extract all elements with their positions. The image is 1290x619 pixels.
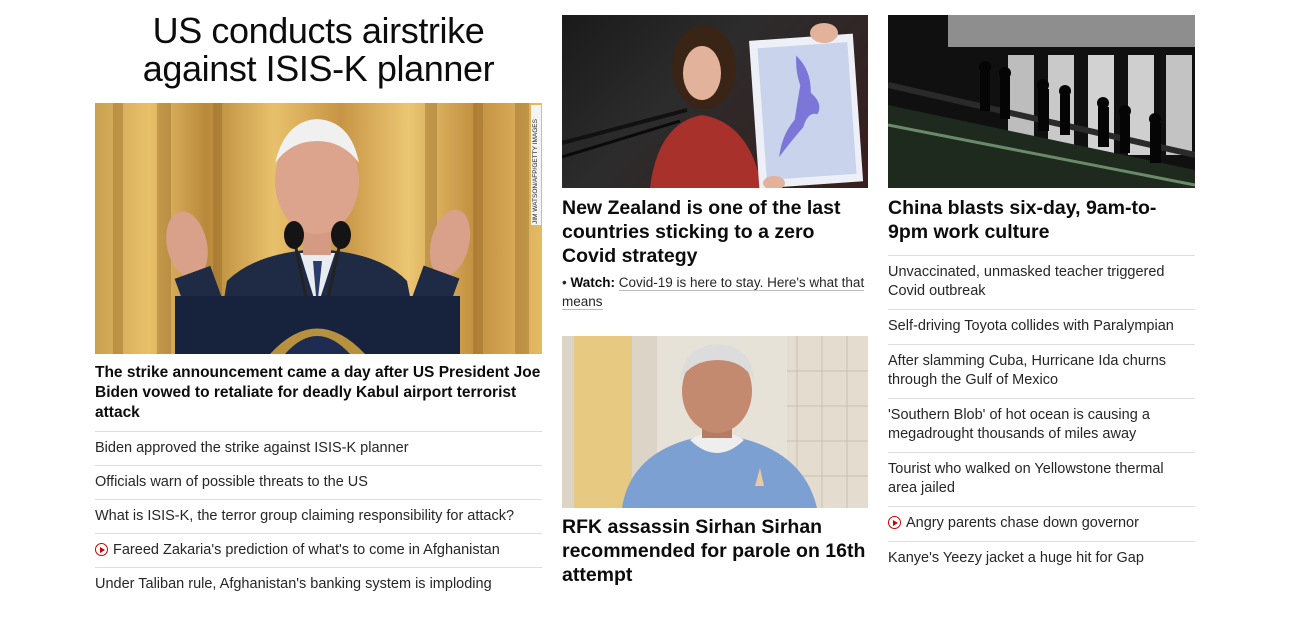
- headline-list: Unvaccinated, unmasked teacher triggered…: [888, 255, 1195, 576]
- list-item[interactable]: 'Southern Blob' of hot ocean is causing …: [888, 398, 1195, 452]
- link-text: After slamming Cuba, Hurricane Ida churn…: [888, 353, 1167, 388]
- link-text: Biden approved the strike against ISIS-K…: [95, 440, 409, 456]
- link-text: Unvaccinated, unmasked teacher triggered…: [888, 264, 1165, 299]
- right-column: China blasts six-day, 9am-to-9pm work cu…: [888, 15, 1195, 576]
- watch-label: Watch:: [570, 275, 615, 290]
- list-item[interactable]: Angry parents chase down governor: [888, 506, 1195, 541]
- link-text: Angry parents chase down governor: [906, 515, 1139, 531]
- link-text: Kanye's Yeezy jacket a huge hit for Gap: [888, 550, 1144, 566]
- lead-story: US conducts airstrike against ISIS-K pla…: [95, 12, 542, 601]
- link-text: 'Southern Blob' of hot ocean is causing …: [888, 407, 1150, 442]
- story-title[interactable]: New Zealand is one of the last countries…: [562, 196, 868, 268]
- list-item[interactable]: Unvaccinated, unmasked teacher triggered…: [888, 255, 1195, 309]
- list-item[interactable]: Fareed Zakaria's prediction of what's to…: [95, 533, 542, 567]
- sirhan-image[interactable]: [562, 336, 868, 508]
- list-item[interactable]: After slamming Cuba, Hurricane Ida churn…: [888, 344, 1195, 398]
- link-text: Under Taliban rule, Afghanistan's bankin…: [95, 576, 492, 592]
- list-item[interactable]: Kanye's Yeezy jacket a huge hit for Gap: [888, 541, 1195, 576]
- lead-summary[interactable]: The strike announcement came a day after…: [95, 363, 542, 423]
- list-item[interactable]: Tourist who walked on Yellowstone therma…: [888, 452, 1195, 506]
- story-title[interactable]: RFK assassin Sirhan Sirhan recommended f…: [562, 515, 868, 587]
- related-links: Biden approved the strike against ISIS-K…: [95, 431, 542, 601]
- list-item[interactable]: Under Taliban rule, Afghanistan's bankin…: [95, 567, 542, 601]
- lead-headline[interactable]: US conducts airstrike against ISIS-K pla…: [95, 12, 542, 88]
- image-credit: JIM WATSON/AFP/GETTY IMAGES: [531, 105, 541, 225]
- link-text: What is ISIS-K, the terror group claimin…: [95, 508, 515, 524]
- list-item[interactable]: What is ISIS-K, the terror group claimin…: [95, 499, 542, 533]
- lead-image[interactable]: JIM WATSON/AFP/GETTY IMAGES: [95, 103, 542, 354]
- play-video-icon: [95, 543, 108, 556]
- list-item[interactable]: Officials warn of possible threats to th…: [95, 465, 542, 499]
- sirhan-photo: [562, 336, 868, 508]
- link-text: Fareed Zakaria's prediction of what's to…: [113, 542, 500, 558]
- watch-link[interactable]: • Watch: Covid-19 is here to stay. Here'…: [562, 273, 868, 311]
- new-zealand-image[interactable]: [562, 15, 868, 188]
- ardern-photo: [562, 23, 864, 188]
- list-item[interactable]: Biden approved the strike against ISIS-K…: [95, 431, 542, 465]
- link-text: Tourist who walked on Yellowstone therma…: [888, 461, 1164, 496]
- link-text: Officials warn of possible threats to th…: [95, 474, 368, 490]
- china-image[interactable]: [888, 15, 1195, 188]
- list-item[interactable]: Self-driving Toyota collides with Paraly…: [888, 309, 1195, 344]
- escalator-photo: [888, 15, 1195, 188]
- biden-photo: [113, 103, 529, 354]
- middle-column: New Zealand is one of the last countries…: [562, 15, 868, 587]
- feature-title[interactable]: China blasts six-day, 9am-to-9pm work cu…: [888, 196, 1195, 244]
- link-text: Self-driving Toyota collides with Paraly…: [888, 318, 1174, 334]
- play-video-icon: [888, 516, 901, 529]
